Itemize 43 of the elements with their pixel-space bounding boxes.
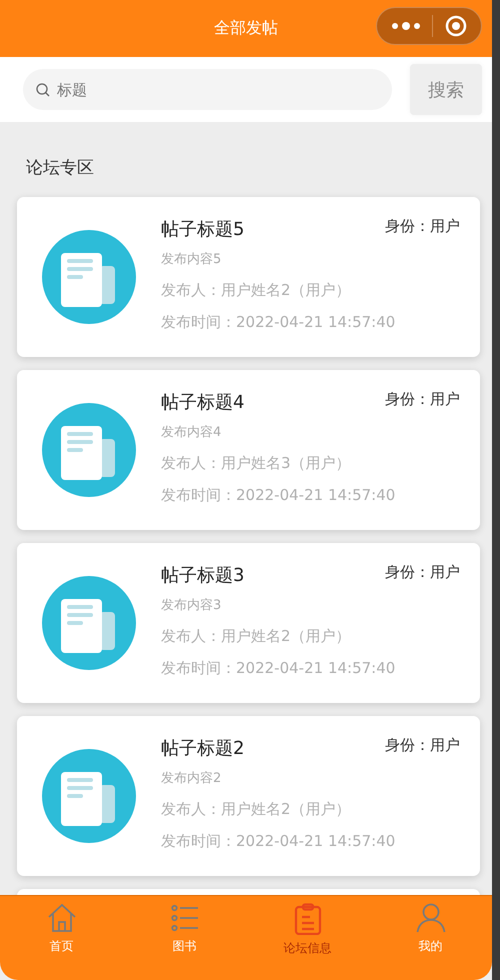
post-author: 发布人：用户姓名2（用户） xyxy=(161,281,352,300)
author-role: 身份：用户 xyxy=(385,736,460,755)
user-icon xyxy=(416,903,446,933)
home-icon xyxy=(46,903,76,933)
page-title: 全部发帖 xyxy=(214,18,278,39)
post-card[interactable]: 帖子标题4 身份：用户 发布内容4 发布人：用户姓名3（用户） 发布时间：2022-04-21 14:57:40 xyxy=(17,370,480,530)
post-content: 发布内容5 xyxy=(161,251,222,268)
post-title: 帖子标题3 xyxy=(161,564,244,587)
post-time: 发布时间：2022-04-21 14:57:40 xyxy=(161,832,396,851)
post-title: 帖子标题4 xyxy=(161,391,244,414)
post-author: 发布人：用户姓名3（用户） xyxy=(161,454,352,473)
tab-item[interactable]: 图书 xyxy=(123,896,246,980)
author-role: 身份：用户 xyxy=(385,390,460,409)
tab-item[interactable]: 我的 xyxy=(369,896,492,980)
post-card[interactable]: 帖子标题5 身份：用户 发布内容5 发布人：用户姓名2（用户） 发布时间：2022-04-21 14:57:40 xyxy=(17,197,480,357)
search-field[interactable]: 标题 xyxy=(23,69,392,110)
document-icon xyxy=(41,229,137,325)
author-role: 身份：用户 xyxy=(385,217,460,236)
post-title: 帖子标题5 xyxy=(161,218,244,241)
post-title: 帖子标题2 xyxy=(161,737,244,760)
tab-item[interactable]: 首页 xyxy=(0,896,123,980)
capsule-menu[interactable] xyxy=(376,7,482,45)
post-content: 发布内容3 xyxy=(161,597,222,614)
post-content: 发布内容4 xyxy=(161,424,222,441)
author-role: 身份：用户 xyxy=(385,563,460,582)
document-icon xyxy=(41,748,137,844)
more-icon[interactable] xyxy=(390,20,421,32)
document-icon xyxy=(41,402,137,498)
section-title: 论坛专区 xyxy=(25,157,95,180)
post-card[interactable]: 帖子标题3 身份：用户 发布内容3 发布人：用户姓名2（用户） 发布时间：2022-04-21 14:57:40 xyxy=(17,543,480,703)
list-icon xyxy=(170,903,198,933)
record-icon[interactable] xyxy=(445,15,468,37)
clipboard-icon xyxy=(294,903,322,935)
post-author: 发布人：用户姓名2（用户） xyxy=(161,627,352,646)
post-content: 发布内容2 xyxy=(161,770,222,787)
post-card[interactable]: 帖子标题2 身份：用户 发布内容2 发布人：用户姓名2（用户） 发布时间：2022-04-21 14:57:40 xyxy=(17,716,480,876)
tab-item[interactable]: 论坛信息 xyxy=(246,896,369,980)
post-time: 发布时间：2022-04-21 14:57:40 xyxy=(161,659,396,678)
post-time: 发布时间：2022-04-21 14:57:40 xyxy=(161,313,396,332)
document-icon xyxy=(41,575,137,671)
post-author: 发布人：用户姓名2（用户） xyxy=(161,800,352,819)
post-time: 发布时间：2022-04-21 14:57:40 xyxy=(161,486,396,505)
search-button[interactable]: 搜索 xyxy=(410,64,482,115)
